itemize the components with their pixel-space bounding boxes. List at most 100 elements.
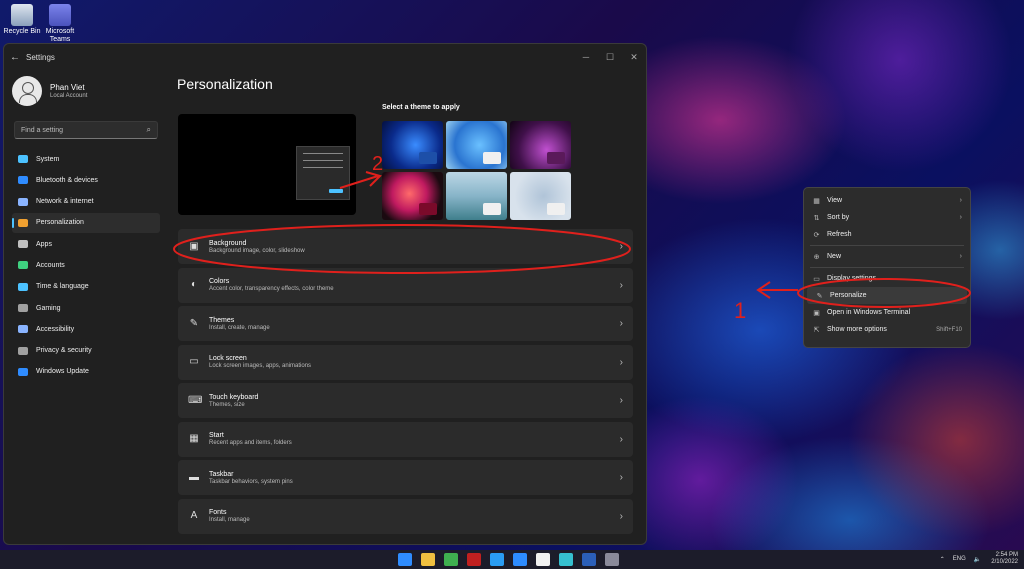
menu-item-label: Open in Windows Terminal xyxy=(827,309,911,316)
menu-item-view[interactable]: ▦ View › xyxy=(804,192,970,209)
theme-heading: Select a theme to apply xyxy=(382,104,460,111)
row-title: Background xyxy=(209,239,247,247)
theme-thumbnail[interactable] xyxy=(382,172,443,220)
menu-item-new[interactable]: ⊕ New › xyxy=(804,248,970,265)
back-arrow-icon[interactable]: ← xyxy=(4,52,26,63)
grid-icon: ▦ xyxy=(813,197,820,205)
theme-thumbnail[interactable] xyxy=(510,172,571,220)
row-description: Background image, color, slideshow xyxy=(209,247,305,254)
menu-item-display-settings[interactable]: ▭ Display settings xyxy=(804,270,970,287)
theme-thumbnail[interactable] xyxy=(446,121,507,169)
row-description: Themes, size xyxy=(209,401,245,408)
menu-item-open-in-windows-terminal[interactable]: ▣ Open in Windows Terminal xyxy=(804,304,970,321)
apps-icon xyxy=(18,240,28,249)
sidebar-item-label: System xyxy=(36,155,60,163)
menu-item-refresh[interactable]: ⟳ Refresh xyxy=(804,226,970,243)
word-icon[interactable] xyxy=(582,553,596,566)
page-title: Personalization xyxy=(177,76,273,92)
desktop-icon-label: Microsoft Teams xyxy=(45,28,75,43)
menu-item-show-more-options[interactable]: ⇱ Show more options Shift+F10 xyxy=(804,321,970,338)
sidebar-item-gaming[interactable]: Gaming xyxy=(12,298,160,318)
zoom-icon[interactable] xyxy=(513,553,527,566)
sidebar-item-windows-update[interactable]: Windows Update xyxy=(12,362,160,382)
medium-icon[interactable] xyxy=(536,553,550,566)
brush-icon xyxy=(18,218,28,227)
sidebar-item-label: Personalization xyxy=(36,219,84,227)
terminal-icon: ▣ xyxy=(813,309,820,317)
app-icon[interactable] xyxy=(467,553,481,566)
speaker-icon[interactable]: 🔈 xyxy=(974,556,981,563)
language-indicator[interactable]: ENG xyxy=(953,556,966,562)
menu-item-personalize[interactable]: ✎ Personalize xyxy=(807,287,967,304)
desktop-icon-teams[interactable]: Microsoft Teams xyxy=(38,4,82,44)
file-explorer-icon[interactable] xyxy=(421,553,435,566)
sidebar-item-apps[interactable]: Apps xyxy=(12,234,160,254)
chevron-right-icon: › xyxy=(619,241,623,252)
search-input[interactable]: Find a setting ⌕ xyxy=(14,121,158,139)
row-title: Taskbar xyxy=(209,470,234,478)
settings-row-taskbar[interactable]: ▬ Taskbar Taskbar behaviors, system pins › xyxy=(178,460,633,495)
settings-row-start[interactable]: ▦ Start Recent apps and items, folders › xyxy=(178,421,633,457)
chevron-right-icon: › xyxy=(619,433,623,445)
sidebar-item-accessibility[interactable]: Accessibility xyxy=(12,319,160,339)
skype-icon[interactable] xyxy=(490,553,504,566)
system-icon xyxy=(18,155,28,163)
close-icon[interactable]: ✕ xyxy=(622,52,646,63)
chrome-icon[interactable] xyxy=(444,553,458,566)
taskbar-icon: ▬ xyxy=(189,471,199,483)
sidebar-item-system[interactable]: System xyxy=(12,149,160,169)
chevron-right-icon: › xyxy=(619,395,623,406)
theme-preview xyxy=(178,114,356,215)
teams-icon xyxy=(49,4,71,26)
search-placeholder: Find a setting xyxy=(21,126,64,134)
settings-icon[interactable] xyxy=(605,553,619,566)
clock[interactable]: 2:54 PM 2/10/2022 xyxy=(991,552,1018,566)
theme-thumbnail[interactable] xyxy=(510,121,571,169)
maximize-icon[interactable]: ☐ xyxy=(598,52,622,63)
menu-item-label: New xyxy=(827,253,842,260)
preview-window xyxy=(296,146,350,200)
accounts-icon xyxy=(18,261,28,270)
globe-clock-icon xyxy=(18,282,28,291)
row-title: Themes xyxy=(209,316,235,324)
sidebar-item-label: Time & language xyxy=(36,283,89,291)
window-title: Settings xyxy=(26,52,55,62)
settings-row-background[interactable]: ▣ Background Background image, color, slid… xyxy=(178,229,633,264)
sidebar-item-personalization[interactable]: Personalization xyxy=(12,212,160,233)
settings-row-themes[interactable]: ✎ Themes Install, create, manage › xyxy=(178,306,633,341)
menu-item-label: Personalize xyxy=(830,292,867,299)
theme-thumbnail[interactable] xyxy=(382,121,443,169)
recycle-bin-icon xyxy=(11,4,33,26)
chevron-right-icon: › xyxy=(959,253,962,260)
sidebar-item-privacy-security[interactable]: Privacy & security xyxy=(12,341,160,361)
pen-icon: ✎ xyxy=(816,292,823,300)
settings-list: ▣ Background Background image, color, slid… xyxy=(178,229,633,537)
minimize-icon[interactable]: ─ xyxy=(574,52,598,63)
avatar xyxy=(12,76,42,106)
sidebar-item-accounts[interactable]: Accounts xyxy=(12,255,160,275)
settings-row-colors[interactable]: ◐ Colors Accent color, transparency effect… xyxy=(178,267,633,303)
date: 2/10/2022 xyxy=(991,559,1018,565)
settings-row-lock-screen[interactable]: ▭ Lock screen Lock screen images, apps, an… xyxy=(178,344,633,380)
chevron-up-icon[interactable]: ⌃ xyxy=(940,556,945,563)
settings-row-fonts[interactable]: A Fonts Install, manage › xyxy=(178,498,633,534)
start-icon: ▦ xyxy=(189,433,199,444)
menu-item-label: Display settings xyxy=(827,275,877,282)
sidebar-item-time-language[interactable]: Time & language xyxy=(12,277,160,297)
sidebar-item-label: Network & internet xyxy=(36,198,94,206)
taskbar-apps xyxy=(398,553,628,566)
settings-row-touch-keyboard[interactable]: ⌨ Touch keyboard Themes, size › xyxy=(178,383,633,418)
row-description: Install, manage xyxy=(209,517,250,523)
menu-shortcut: Shift+F10 xyxy=(936,326,962,333)
new-icon: ⊕ xyxy=(813,253,820,261)
sidebar-item-network-internet[interactable]: Network & internet xyxy=(12,192,160,212)
theme-thumbnail[interactable] xyxy=(446,172,507,220)
menu-item-sort-by[interactable]: ⇅ Sort by › xyxy=(804,209,970,226)
gaming-icon xyxy=(18,304,28,313)
windows-start-icon[interactable] xyxy=(398,553,412,566)
row-description: Lock screen images, apps, animations xyxy=(209,363,312,369)
lock-screen-icon: ▭ xyxy=(189,356,199,367)
edge-icon[interactable] xyxy=(559,553,573,566)
user-profile[interactable]: Phan Viet Local Account xyxy=(4,70,164,112)
sidebar-item-bluetooth-devices[interactable]: Bluetooth & devices xyxy=(12,170,160,190)
